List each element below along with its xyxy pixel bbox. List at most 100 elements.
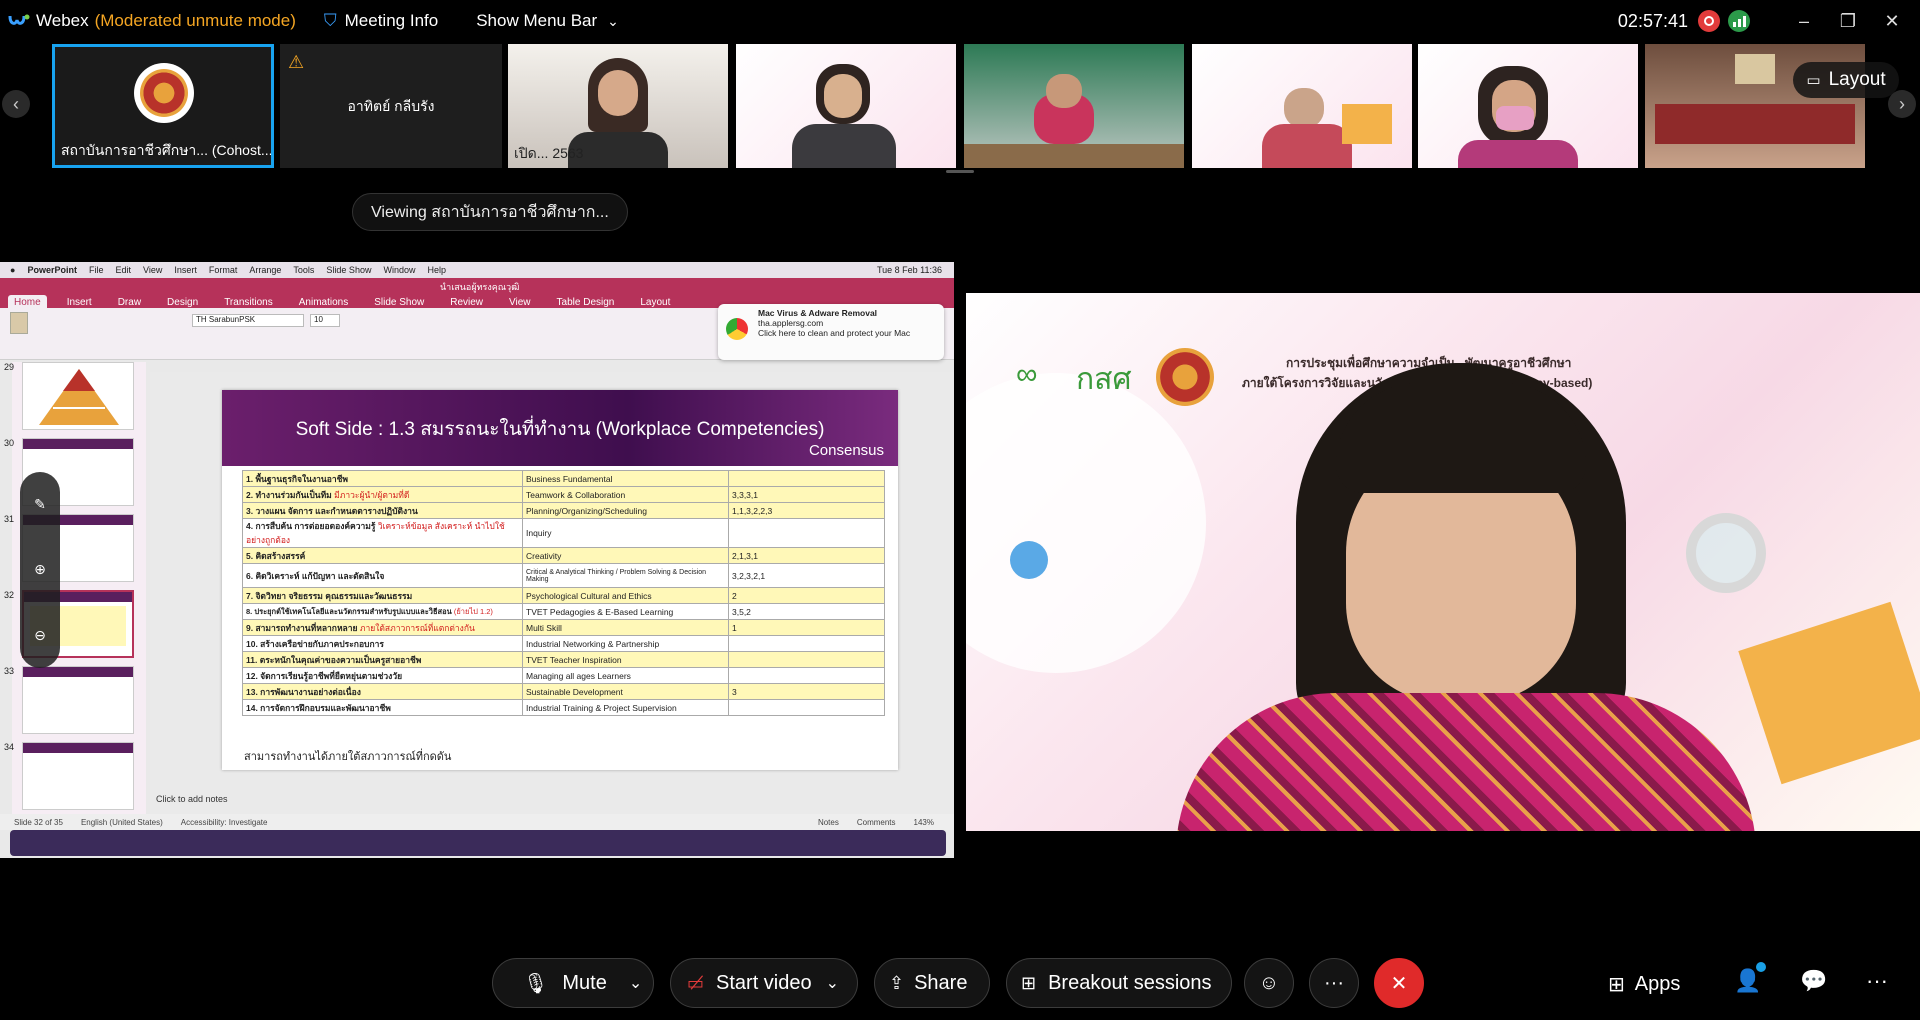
slide-title: Soft Side : 1.3 สมรรถนะในที่ทำงาน (Workp… [295,419,825,440]
status-access: Accessibility: Investigate [180,817,268,827]
zoom-out-icon[interactable]: ⊖ [34,627,46,644]
strip-next-button[interactable]: › [1888,90,1916,118]
notification-dot [1756,962,1766,972]
webex-logo-icon [8,13,30,29]
strip-prev-button[interactable]: ‹ [2,90,30,118]
warning-icon: ⚠ [288,52,305,72]
restore-button[interactable]: ❐ [1826,0,1870,42]
show-menu-bar-button[interactable]: Show Menu Bar ⌄ [476,11,619,31]
viewing-label: Viewing สถาบันการอาชีวศึกษาก... [352,193,628,231]
mac-menu-insert: Insert [174,265,197,275]
row-en: Critical & Analytical Thinking / Problem… [522,563,729,588]
table-row: 12. จัดการเรียนรู้อาชีพที่ยืดหยุ่นตามช่ว… [242,667,885,684]
chat-icon: 💬 [1800,968,1828,993]
network-stats-icon[interactable] [1728,10,1750,32]
participant-tile[interactable] [964,44,1184,168]
table-row: 8. ประยุกต์ใช้เทคโนโลยีและนวัตกรรมสำหรับ… [242,603,885,620]
meeting-info-button[interactable]: ⛉ Meeting Info [324,11,438,31]
mac-menu-arrange: Arrange [249,265,282,275]
apps-icon: ⊞ [1608,973,1625,996]
ppt-tab-table-design: Table Design [556,297,615,308]
participant-tile[interactable] [736,44,956,168]
row-en: Multi Skill [522,619,729,636]
mac-menu-tools: Tools [293,265,315,275]
mac-menu-edit: Edit [115,265,131,275]
show-menu-bar-label: Show Menu Bar [476,11,598,30]
ppt-tab-slideshow: Slide Show [374,297,425,308]
ppt-ribbon: นำเสนอผู้ทรงคุณวุฒิ Home Insert Draw Des… [0,278,954,360]
participant-tile[interactable] [1418,44,1638,168]
ppt-font-box: TH SarabunPSK [192,314,304,327]
close-icon: ✕ [1390,972,1408,995]
close-window-button[interactable]: ✕ [1870,0,1914,42]
breakout-icon: ⊞ [1021,972,1037,993]
breakout-sessions-button[interactable]: ⊞ Breakout sessions [1006,958,1232,1008]
apps-label: Apps [1634,972,1681,995]
overflow-button[interactable]: ··· [1866,968,1888,994]
pen-icon[interactable]: ✎ [34,496,46,513]
ppt-doc-title: นำเสนอผู้ทรงคุณวุฒิ [440,282,520,292]
recording-icon[interactable] [1698,10,1720,32]
layout-label: Layout [1828,69,1886,90]
mode-label: (Moderated unmute mode) [94,11,296,30]
start-video-button[interactable]: ▭̸ Start video ⌄ [670,958,858,1008]
slide-number: 30 [4,438,15,448]
row-val [728,470,885,487]
zoom-in-icon[interactable]: ⊕ [34,561,46,578]
ppt-tab-draw: Draw [117,297,142,308]
row-en: TVET Pedagogies & E-Based Learning [522,603,729,620]
mac-clock: Tue 8 Feb 11:36 [876,265,942,275]
slide-footer: สามารถทำงานได้ภายใต้สภาวการณ์ที่กดดัน [244,751,452,763]
table-row: 11. ตระหนักในคุณค่าของความเป็นครูสายอาชี… [242,651,885,668]
participants-button[interactable]: 👤 [1734,962,1766,994]
share-button[interactable]: ⇪ Share [874,958,990,1008]
reactions-button[interactable]: ☺ [1244,958,1294,1008]
resize-handle[interactable] [946,170,974,173]
minimize-button[interactable]: – [1782,0,1826,42]
table-row: 6. คิดวิเคราะห์ แก้ปัญหา และตัดสินใจ Cri… [242,563,885,588]
more-options-button[interactable]: ··· [1309,958,1359,1008]
mute-button[interactable]: 🎙 Mute ⌄ [492,958,654,1008]
annotation-toolbar: ✎ ⊕ ⊖ [20,472,60,668]
meeting-controls: 🎙 Mute ⌄ ▭̸ Start video ⌄ ⇪ Share ⊞ Brea… [0,946,1920,1020]
chat-button[interactable]: 💬 [1800,968,1827,994]
participant-tile[interactable]: เปิด... 2563 [508,44,728,168]
row-th: 14. การจัดการฝึกอบรมและพัฒนาอาชีพ [246,702,391,713]
mute-label: Mute [562,971,607,994]
slide-number: 33 [4,666,15,676]
participant-tile[interactable]: ⚠ อาทิตย์ กลีบรัง [280,44,502,168]
table-row: 13. การพัฒนางานอย่างต่อเนื่อง Sustainabl… [242,683,885,700]
row-extra: (ย้ายไป 1.2) [453,606,493,616]
ppt-slide: Soft Side : 1.3 สมรรถนะในที่ทำงาน (Workp… [222,390,898,770]
row-en: Industrial Training & Project Supervisio… [522,699,729,716]
row-val: 3,5,2 [728,603,885,620]
layout-button[interactable]: ▭ Layout [1793,62,1899,98]
row-th: 2. ทำงานร่วมกันเป็นทีม [246,489,332,500]
leave-meeting-button[interactable]: ✕ [1374,958,1424,1008]
table-row: 3. วางแผน จัดการ และกำหนดตารางปฏิบัติงาน… [242,502,885,519]
ppt-tab-row: Home Insert Draw Design Transitions Anim… [8,295,676,310]
mac-menu-powerpoint: PowerPoint [27,265,77,275]
row-val [728,667,885,684]
row-th: 10. สร้างเครือข่ายกับภาคประกอบการ [246,638,384,649]
row-en: TVET Teacher Inspiration [522,651,729,668]
row-en: Managing all ages Learners [522,667,729,684]
participant-name: สถาบันการอาชีวศึกษา... (Cohost... [61,142,273,158]
webex-app-label: Webex (Moderated unmute mode) [8,11,296,31]
mac-menu-file: File [88,265,104,275]
apps-button[interactable]: ⊞ Apps [1608,970,1680,998]
chevron-down-icon[interactable]: ⌄ [629,973,642,993]
chevron-down-icon[interactable]: ⌄ [826,973,839,993]
row-en: Teamwork & Collaboration [522,486,729,503]
popup-title: Mac Virus & Adware Removal [758,308,878,318]
row-th: 12. จัดการเรียนรู้อาชีพที่ยืดหยุ่นตามช่ว… [246,670,403,681]
ppt-tab-transitions: Transitions [224,297,273,308]
participant-tile[interactable] [1192,44,1412,168]
participant-name: เปิด... 2563 [514,145,584,161]
participant-tile-active[interactable]: สถาบันการอาชีวศึกษา... (Cohost... [52,44,274,168]
meeting-info-label: Meeting Info [344,11,439,30]
row-en: Creativity [522,547,729,564]
row-th: 8. ประยุกต์ใช้เทคโนโลยีและนวัตกรรมสำหรับ… [246,606,452,616]
row-val [728,651,885,668]
status-slide: Slide 32 of 35 [14,817,63,827]
